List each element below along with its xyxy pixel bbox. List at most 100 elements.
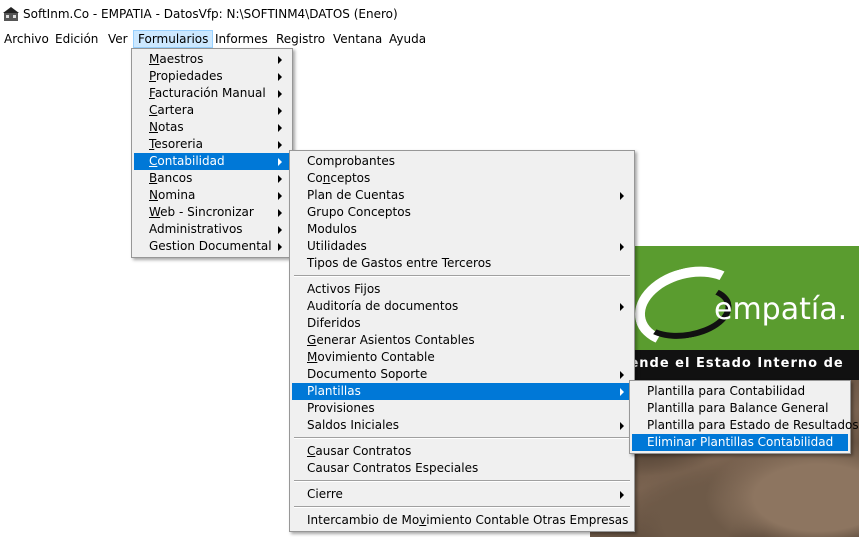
menu-separator — [294, 437, 630, 439]
accelerator-key: N — [149, 120, 158, 134]
menu-item-label: ovimiento Contable — [317, 350, 435, 364]
menu-item-movimiento-contable[interactable]: Movimiento Contable — [292, 349, 632, 366]
menu-item-bancos[interactable]: Bancos — [134, 170, 290, 187]
menu-item-label: Diferidos — [307, 316, 361, 330]
menu-separator — [294, 275, 630, 277]
menu-item-label: acturación Manual — [154, 86, 266, 100]
menu-registro[interactable]: Registro — [272, 30, 329, 48]
menu-item-label: Gestion Documental — [149, 239, 272, 253]
window-title: SoftInm.Co - EMPATIA - DatosVfp: N:\SOFT… — [23, 7, 398, 21]
menu-item-generar-asientos-contables[interactable]: Generar Asientos Contables — [292, 332, 632, 349]
submenu-arrow-icon — [620, 371, 624, 379]
menu-item-label: Administrativos — [149, 222, 243, 236]
menu-item-label: ancos — [157, 171, 193, 185]
menu-item-causar-contratos[interactable]: Causar Contratos — [292, 443, 632, 460]
menu-item-label: Documento Soporte — [307, 367, 428, 381]
menu-ventana[interactable]: Ventana — [329, 30, 386, 48]
submenu-arrow-icon — [278, 56, 282, 64]
menu-item-diferidos[interactable]: Diferidos — [292, 315, 632, 332]
menu-item-documento-soporte[interactable]: Documento Soporte — [292, 366, 632, 383]
menu-formularios[interactable]: Formularios — [133, 30, 214, 48]
accelerator-key: P — [149, 69, 157, 83]
menu-item-label: Plantilla para Estado de Resultados — [647, 418, 859, 432]
accelerator-key: G — [307, 333, 317, 347]
menu-edicion[interactable]: Edición — [51, 30, 102, 48]
submenu-arrow-icon — [278, 158, 282, 166]
plantillas-submenu: Plantilla para Contabilidad Plantilla par… — [629, 380, 859, 454]
menu-item-tesoreria[interactable]: Tesoreria — [134, 136, 290, 153]
submenu-arrow-icon — [278, 141, 282, 149]
menu-item-maestros[interactable]: Maestros — [134, 51, 290, 68]
menu-item-contabilidad[interactable]: Contabilidad — [134, 153, 290, 170]
menu-item-label: enerar Asientos Contables — [316, 333, 475, 347]
submenu-arrow-icon — [620, 491, 624, 499]
submenu-arrow-icon — [620, 422, 624, 430]
menu-item-label: Plan de Cuentas — [307, 188, 405, 202]
accelerator-key: N — [149, 188, 158, 202]
menu-item-label: Co — [307, 171, 323, 185]
menu-item-web-sincronizar[interactable]: Web - Sincronizar — [134, 204, 290, 221]
menu-item-label: Cierre — [307, 487, 343, 501]
menu-item-facturacion-manual[interactable]: Facturación Manual — [134, 85, 290, 102]
menu-item-intercambio-de-movimiento-contable-otras-empresas[interactable]: Intercambio de Movimiento Contable Otras… — [292, 512, 632, 529]
submenu-arrow-icon — [278, 124, 282, 132]
menu-item-utilidades[interactable]: Utilidades — [292, 238, 632, 255]
menu-item-grupo-conceptos[interactable]: Grupo Conceptos — [292, 204, 632, 221]
menu-ver[interactable]: Ver — [104, 30, 132, 48]
submenu-arrow-icon — [278, 90, 282, 98]
submenu-arrow-icon — [620, 303, 624, 311]
menu-item-notas[interactable]: Notas — [134, 119, 290, 136]
menu-item-provisiones[interactable]: Provisiones — [292, 400, 632, 417]
menu-item-label: artera — [157, 103, 195, 117]
menu-separator — [294, 506, 630, 508]
title-bar: SoftInm.Co - EMPATIA - DatosVfp: N:\SOFT… — [0, 0, 859, 28]
menu-item-label: Auditoría de documentos — [307, 299, 459, 313]
menu-item-label: eb - Sincronizar — [160, 205, 254, 219]
menu-item-label: esoreria — [154, 137, 203, 151]
menu-item-plantilla-para-balance-general[interactable]: Plantilla para Balance General — [632, 400, 848, 417]
formularios-dropdown: Maestros Propiedades Facturación Manual Car… — [131, 48, 293, 258]
menu-item-label: ausar Contratos — [315, 444, 412, 458]
menu-item-eliminar-plantillas-contabilidad[interactable]: Eliminar Plantillas Contabilidad — [632, 434, 848, 451]
menu-item-label: Tipos de Gastos entre Terceros — [307, 256, 492, 270]
menu-item-administrativos[interactable]: Administrativos — [134, 221, 290, 238]
app-icon — [3, 7, 19, 21]
brand-name: empatía. — [714, 292, 848, 327]
submenu-arrow-icon — [278, 192, 282, 200]
submenu-arrow-icon — [620, 192, 624, 200]
menu-item-gestion-documental[interactable]: Gestion Documental — [134, 238, 290, 255]
menu-item-label: imiento Contable Otras Empresas — [426, 513, 629, 527]
menu-item-cierre[interactable]: Cierre — [292, 486, 632, 503]
contabilidad-submenu: Comprobantes Conceptos Plan de Cuentas Grup… — [289, 150, 635, 532]
menu-archivo[interactable]: Archivo — [0, 30, 53, 48]
menu-item-label: Utilidades — [307, 239, 367, 253]
menu-item-label: Grupo Conceptos — [307, 205, 411, 219]
menu-item-plantillas[interactable]: Plantillas — [292, 383, 632, 400]
menu-item-plantilla-para-contabilidad[interactable]: Plantilla para Contabilidad — [632, 383, 848, 400]
menu-ayuda[interactable]: Ayuda — [385, 30, 430, 48]
menu-item-plan-de-cuentas[interactable]: Plan de Cuentas — [292, 187, 632, 204]
menu-item-conceptos[interactable]: Conceptos — [292, 170, 632, 187]
menu-informes[interactable]: Informes — [211, 30, 272, 48]
menu-item-label: Comprobantes — [307, 154, 395, 168]
menu-item-nomina[interactable]: Nomina — [134, 187, 290, 204]
menu-item-causar-contratos-especiales[interactable]: Causar Contratos Especiales — [292, 460, 632, 477]
menu-item-label: aestros — [159, 52, 204, 66]
menu-bar: Archivo Edición Ver Formularios Informes… — [0, 30, 859, 49]
menu-item-propiedades[interactable]: Propiedades — [134, 68, 290, 85]
menu-item-plantilla-para-estado-de-resultados[interactable]: Plantilla para Estado de Resultados — [632, 417, 859, 434]
accelerator-key: B — [149, 171, 158, 185]
menu-item-auditoria-de-documentos[interactable]: Auditoría de documentos — [292, 298, 632, 315]
menu-item-label: Intercambio de Mo — [307, 513, 420, 527]
menu-item-cartera[interactable]: Cartera — [134, 102, 290, 119]
menu-item-activos-fijos[interactable]: Activos Fijos — [292, 281, 632, 298]
menu-item-modulos[interactable]: Modulos — [292, 221, 632, 238]
menu-item-tipos-de-gastos-entre-terceros[interactable]: Tipos de Gastos entre Terceros — [292, 255, 632, 272]
menu-item-comprobantes[interactable]: Comprobantes — [292, 153, 632, 170]
menu-item-label: Activos Fijos — [307, 282, 381, 296]
submenu-arrow-icon — [278, 107, 282, 115]
accelerator-key: W — [149, 205, 161, 219]
menu-item-saldos-iniciales[interactable]: Saldos Iniciales — [292, 417, 632, 434]
submenu-arrow-icon — [620, 388, 624, 396]
menu-item-label: Modulos — [307, 222, 357, 236]
